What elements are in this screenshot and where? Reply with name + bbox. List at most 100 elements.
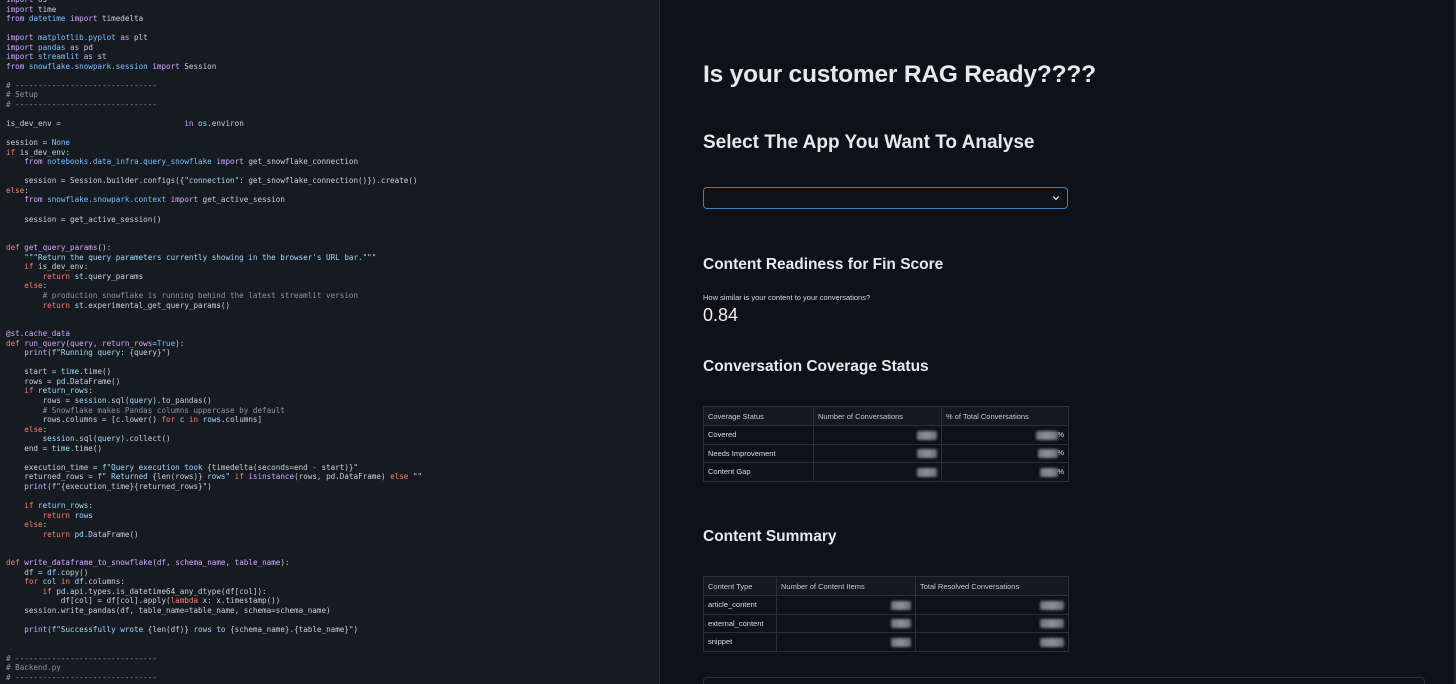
code-line: session = None xyxy=(6,138,71,148)
code-line: return pd.DataFrame() xyxy=(42,529,139,539)
content-type-cell: article_content xyxy=(703,595,777,615)
code-line: rows = pd.DataFrame() xyxy=(6,376,121,386)
code-line: print(f"Successfully wrote {len(df)} row… xyxy=(24,625,359,635)
code-line: returned_rows = f" Returned {len(rows)} … xyxy=(6,472,423,482)
code-line: return rows xyxy=(42,510,93,520)
table-header-row: Content Type Number of Content Items Tot… xyxy=(703,576,1069,596)
code-line: is_dev_env = in os.environ xyxy=(6,119,244,129)
table-row: Needs Improvement % xyxy=(703,443,1069,463)
code-line: # ------------------------------- xyxy=(6,100,157,110)
redacted-value xyxy=(813,443,942,463)
code-line: start = time.time() xyxy=(6,367,112,377)
column-header[interactable]: Number of Conversations xyxy=(813,406,942,426)
code-line: # ------------------------------- xyxy=(6,653,157,663)
code-line: def write_dataframe_to_snowflake(df, sch… xyxy=(6,558,290,568)
redacted-value xyxy=(813,425,942,445)
metric-label: How similar is your content to your conv… xyxy=(703,293,871,302)
redacted-value xyxy=(813,462,942,482)
redacted-percentage: % xyxy=(941,425,1069,445)
table-row: Covered % xyxy=(703,425,1069,445)
code-line: import matplotlib.pyplot as plt xyxy=(6,33,148,43)
redacted-value xyxy=(776,632,916,652)
chevron-down-icon xyxy=(1052,196,1060,200)
code-line: execution_time = f"Query execution took … xyxy=(6,462,359,472)
content-summary-table[interactable]: Content Type Number of Content Items Tot… xyxy=(703,576,1069,652)
code-line: session = Session.builder.configs({"conn… xyxy=(6,176,418,186)
code-line: import streamlit as st xyxy=(6,52,107,62)
content-type-cell: external_content xyxy=(703,613,777,633)
code-line: if return_rows: xyxy=(24,386,93,396)
code-line: else: xyxy=(24,520,48,530)
redacted-percentage: % xyxy=(941,443,1069,463)
code-editor[interactable]: import osimport timefrom datetime import… xyxy=(0,0,660,684)
coverage-table[interactable]: Coverage Status Number of Conversations … xyxy=(703,406,1069,482)
coverage-status-cell: Covered xyxy=(703,425,814,445)
table-row: article_content xyxy=(703,595,1069,615)
code-line: else: xyxy=(6,185,29,195)
code-line: from snowflake.snowpark.session import S… xyxy=(6,61,217,71)
column-header[interactable]: Number of Content Items xyxy=(776,576,916,596)
select-heading: Select The App You Want To Analyse xyxy=(703,132,1035,153)
code-line: @st.cache_data xyxy=(6,329,71,339)
streamlit-app: Is your customer RAG Ready???? Select Th… xyxy=(660,0,1456,684)
redacted-value xyxy=(776,595,916,615)
code-line: if pd.api.types.is_datetime64_any_dtype(… xyxy=(42,586,267,596)
code-line: # Setup xyxy=(6,90,39,100)
code-line: # Snowflake makes Pandas columns upperca… xyxy=(6,405,285,415)
code-line: else: xyxy=(24,424,48,434)
code-line: if is_dev_env: xyxy=(6,147,71,157)
code-line: rows.columns = [c.lower() for c in rows.… xyxy=(6,415,263,425)
column-header[interactable]: % of Total Conversations xyxy=(941,406,1069,426)
code-line: return st.experimental_get_query_params(… xyxy=(42,300,231,310)
app-select-dropdown[interactable] xyxy=(703,187,1068,209)
code-line: from snowflake.snowpark.context import g… xyxy=(24,195,285,205)
redacted-value xyxy=(915,595,1069,615)
code-line: from notebooks.data_infra.query_snowflak… xyxy=(24,157,359,167)
code-line: print(f"{execution_time}{returned_rows}"… xyxy=(24,481,212,491)
coverage-status-cell: Needs Improvement xyxy=(703,443,814,463)
coverage-status-cell: Content Gap xyxy=(703,462,814,482)
code-line: end = time.time() xyxy=(6,443,103,453)
content-type-cell: snippet xyxy=(703,632,777,652)
code-line: def get_query_params(): xyxy=(6,243,112,253)
code-line: return st.query_params xyxy=(42,271,144,281)
redacted-value xyxy=(776,613,916,633)
code-line: def run_query(query, return_rows=True): xyxy=(6,338,185,348)
code-line: # ------------------------------- xyxy=(6,672,157,682)
table-row: Content Gap % xyxy=(703,462,1069,482)
code-line: for col in df.columns: xyxy=(24,577,125,587)
code-line: session.sql(query).collect() xyxy=(42,434,171,444)
metric-value: 0.84 xyxy=(703,305,739,325)
code-line: df = df.copy() xyxy=(6,567,89,577)
code-line: # Backend.py xyxy=(6,663,61,673)
next-component-frame xyxy=(703,677,1425,684)
code-line: if is_dev_env: xyxy=(24,262,89,272)
code-line: df[col] = df[col].apply(lambda x: x.time… xyxy=(6,596,281,606)
column-header[interactable]: Content Type xyxy=(703,576,777,596)
table-row: external_content xyxy=(703,613,1069,633)
column-header[interactable]: Total Resolved Conversations xyxy=(915,576,1069,596)
readiness-heading: Content Readiness for Fin Score xyxy=(703,256,944,273)
page-title: Is your customer RAG Ready???? xyxy=(703,61,1096,88)
code-line: """Return the query parameters currently… xyxy=(6,252,377,262)
table-header-row: Coverage Status Number of Conversations … xyxy=(703,406,1069,426)
column-header[interactable]: Coverage Status xyxy=(703,406,814,426)
code-content: import osimport timefrom datetime import… xyxy=(6,0,422,682)
code-line: from datetime import timedelta xyxy=(6,14,144,24)
code-line: print(f"Running query: {query}") xyxy=(24,348,171,358)
summary-heading: Content Summary xyxy=(703,528,837,545)
